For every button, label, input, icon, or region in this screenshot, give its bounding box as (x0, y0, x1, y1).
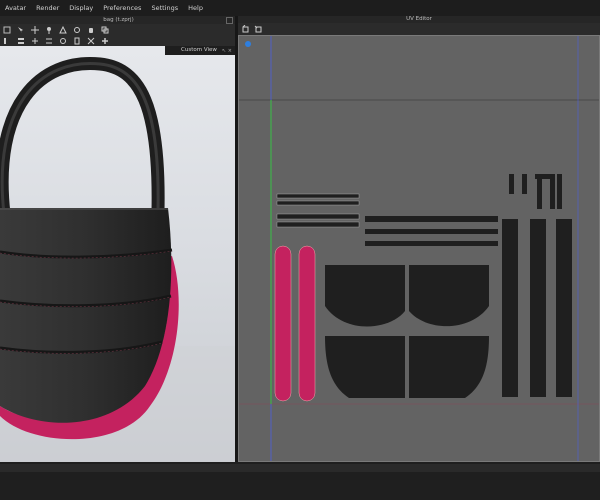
viewport-tab-title[interactable]: bag (t.zprj) (0, 16, 237, 24)
menu-avatar[interactable]: Avatar (0, 0, 31, 16)
status-bar-strip (0, 464, 600, 472)
uv-toolbar (238, 23, 600, 35)
uv-piece-pink-1 (274, 245, 292, 402)
flip-icon[interactable] (45, 37, 53, 45)
grid-icon[interactable] (3, 37, 11, 45)
uv-editor-title: UV Editor (406, 16, 432, 22)
pin-icon[interactable] (45, 26, 53, 34)
hand-icon[interactable] (87, 26, 95, 34)
uv-origin-marker (245, 41, 251, 47)
add-icon[interactable] (101, 37, 109, 45)
menu-display[interactable]: Display (64, 0, 98, 16)
layout-icon[interactable] (17, 37, 25, 45)
move-icon[interactable] (31, 25, 39, 34)
align-icon[interactable] (31, 37, 39, 45)
uv-piece-vertical-strips (502, 174, 572, 397)
custom-view-panel[interactable]: Custom View ↖ × (165, 46, 235, 55)
viewport-toolbar-top (0, 24, 237, 35)
uv-piece-pink-2 (298, 245, 316, 402)
menu-bar: Avatar Render Display Preferences Settin… (0, 0, 600, 17)
3d-viewport[interactable] (0, 46, 235, 462)
uv-piece-panel-1 (325, 265, 405, 327)
viewport-tab-bar: bag (t.zprj) (0, 16, 237, 24)
uv-piece-strips-middle (365, 216, 498, 246)
cube-icon[interactable] (3, 26, 11, 34)
tack-icon[interactable] (73, 26, 81, 34)
custom-view-controls[interactable]: ↖ × (222, 47, 232, 56)
select-icon[interactable] (17, 26, 25, 34)
menu-help[interactable]: Help (183, 0, 208, 16)
uv-piece-panel-2 (409, 265, 489, 327)
stack-icon[interactable] (73, 37, 81, 45)
bag-scene (0, 57, 235, 462)
copy-icon[interactable] (101, 26, 109, 34)
uv-piece-strips-left (276, 193, 360, 228)
uv-select-icon[interactable] (242, 25, 250, 33)
bag-handle (0, 57, 165, 215)
arrange-icon[interactable] (87, 37, 95, 45)
uv-editor-header: UV Editor (238, 16, 600, 23)
menu-preferences[interactable]: Preferences (98, 0, 146, 16)
uv-transform-icon[interactable] (254, 25, 262, 33)
fold-icon[interactable] (59, 25, 67, 34)
custom-view-label: Custom View (181, 47, 217, 53)
rotate-icon[interactable] (59, 37, 67, 45)
menu-render[interactable]: Render (31, 0, 64, 16)
uv-layout (239, 36, 599, 461)
menu-settings[interactable]: Settings (146, 0, 183, 16)
uv-canvas[interactable] (238, 35, 600, 462)
viewport-toolbar-bottom (0, 35, 237, 46)
uv-piece-panel-4 (409, 336, 489, 398)
status-bar (0, 462, 600, 500)
maximize-icon[interactable] (226, 17, 233, 24)
uv-piece-panel-3 (325, 336, 405, 398)
